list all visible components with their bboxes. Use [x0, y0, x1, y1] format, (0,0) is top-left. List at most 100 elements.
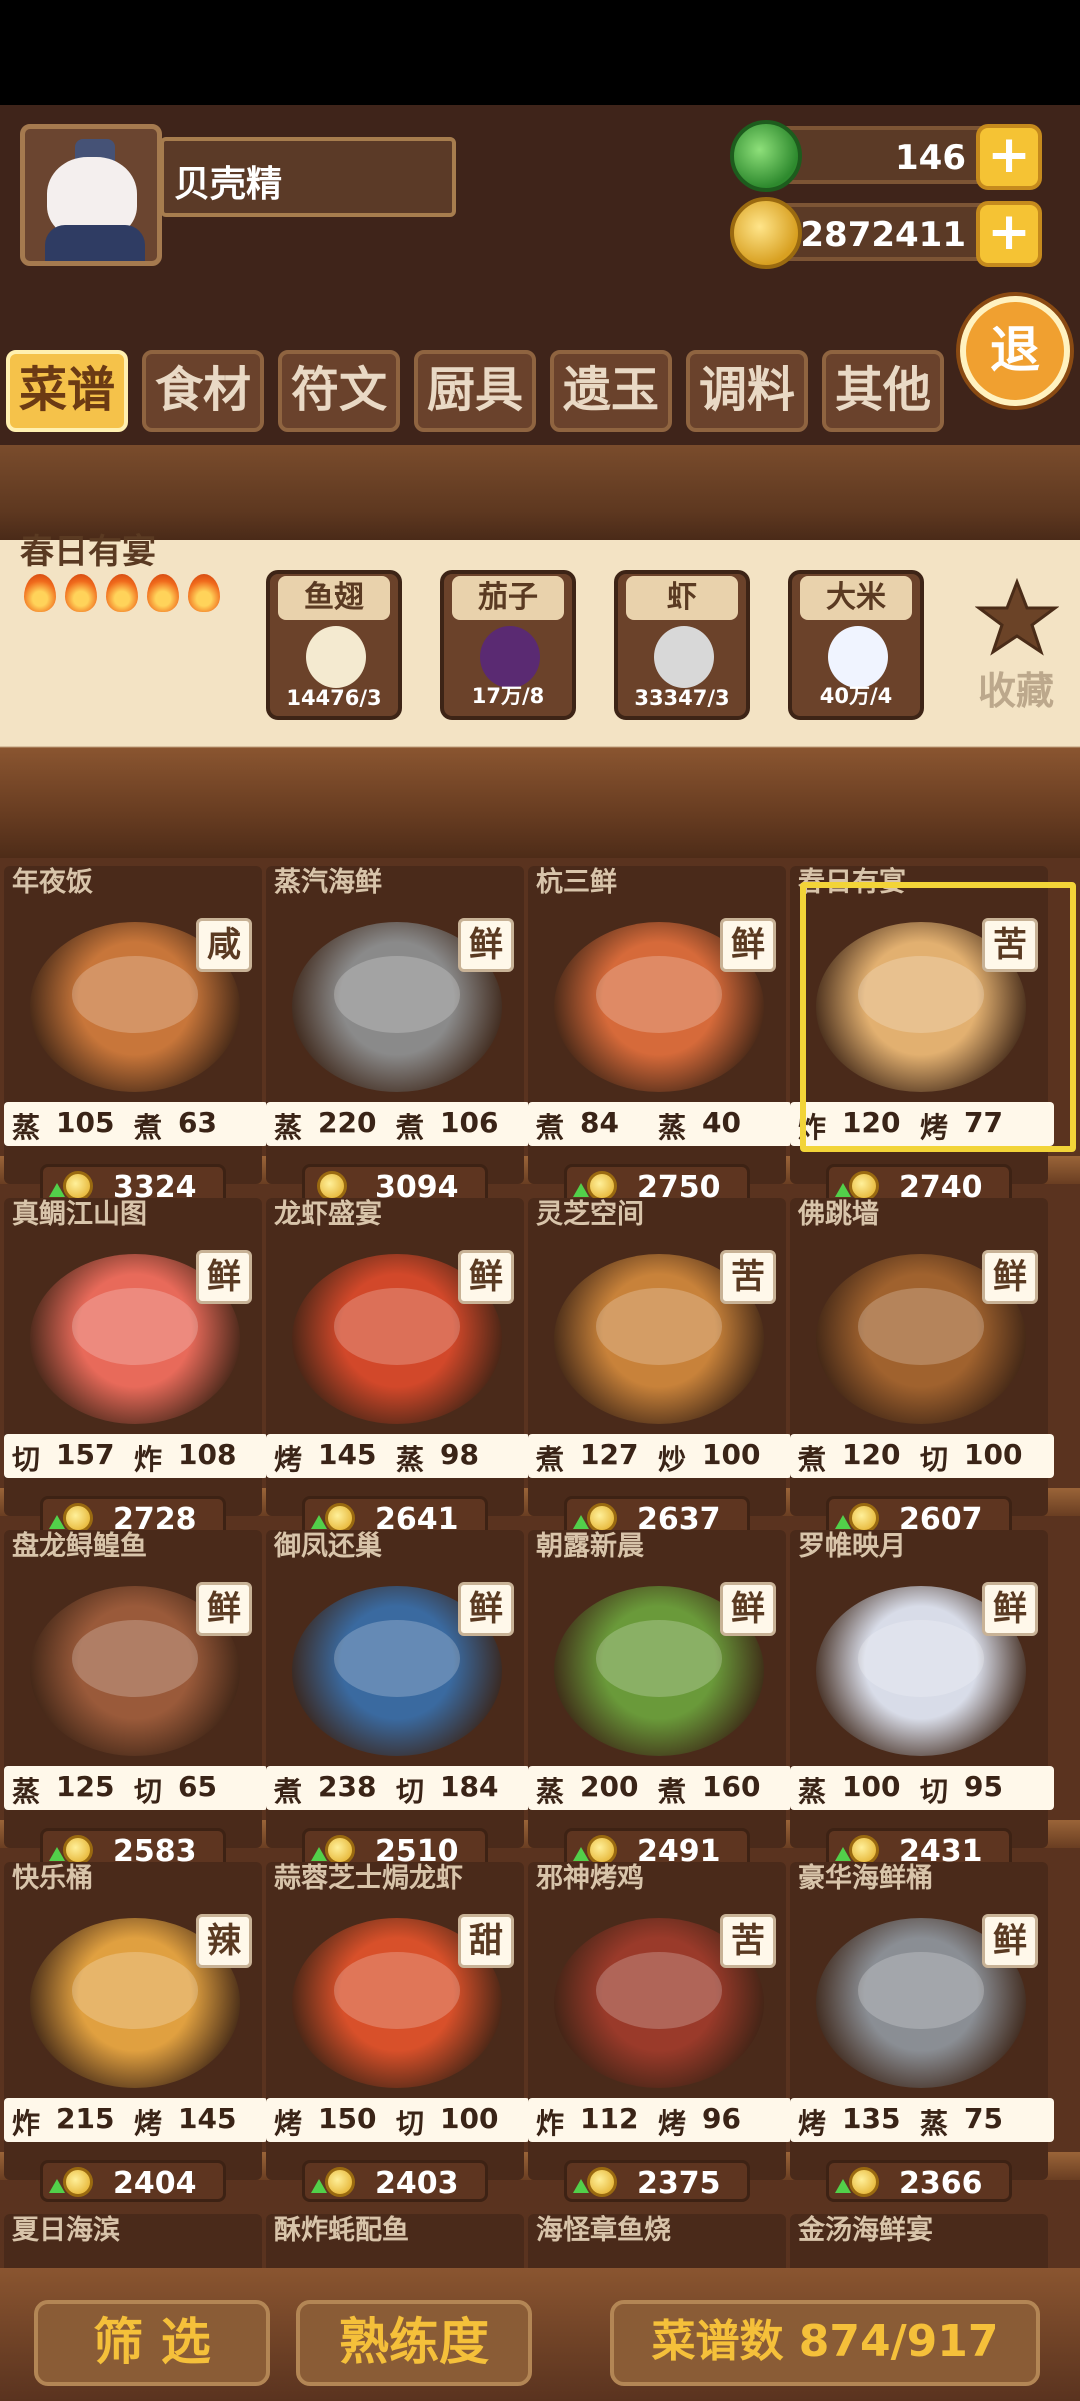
- skill-2-value: 96: [702, 2102, 741, 2135]
- skill-2-value: 98: [440, 1438, 479, 1471]
- recipe-card-partial[interactable]: 海怪章鱼烧: [528, 2214, 786, 2268]
- tab-1[interactable]: 食材: [142, 350, 264, 432]
- skill-2-value: 145: [178, 2102, 237, 2135]
- flavor-badge: 鲜: [720, 1582, 776, 1636]
- recipe-name: 罗帷映月: [798, 1531, 906, 1562]
- middle-shelf: [0, 738, 1080, 858]
- skill-1-value: 150: [318, 2102, 377, 2135]
- tab-4[interactable]: 遗玉: [550, 350, 672, 432]
- recipe-card[interactable]: 灵芝空间苦煮 127 炒 100: [528, 1198, 792, 1516]
- selected-card-frame: [800, 882, 1076, 1152]
- skill-1-name: 蒸: [12, 1111, 41, 1144]
- recipe-name: 朝露新晨: [536, 1531, 644, 1562]
- exit-button[interactable]: 退: [960, 296, 1070, 406]
- skill-2-value: 75: [964, 2102, 1003, 2135]
- proficiency-button[interactable]: 熟练度: [296, 2300, 532, 2386]
- recipe-name: 盘龙鲟鳇鱼: [12, 1531, 147, 1562]
- flame-icon: [65, 574, 97, 612]
- skill-1-value: 157: [56, 1438, 115, 1471]
- recipe-name: 海怪章鱼烧: [536, 2215, 671, 2246]
- recipe-card[interactable]: 邪神烤鸡苦炸 112 烤 96: [528, 1862, 792, 2180]
- recipe-name: 蒜蓉芝士焗龙虾: [274, 1863, 463, 1894]
- skill-1-name: 炸: [12, 2107, 41, 2140]
- favorite-button-label[interactable]: 收藏: [978, 660, 1054, 715]
- skill-requirements: 烤 145 蒸 98: [266, 1434, 530, 1478]
- recipe-card[interactable]: 豪华海鲜桶鲜烤 135 蒸 75: [790, 1862, 1054, 2180]
- recipe-card[interactable]: 盘龙鲟鳇鱼鲜蒸 125 切 65: [4, 1530, 268, 1848]
- coin-icon: [63, 1503, 93, 1533]
- skill-requirements: 烤 135 蒸 75: [790, 2098, 1054, 2142]
- skill-2-value: 40: [702, 1106, 741, 1139]
- skill-2-name: 切: [134, 1775, 163, 1808]
- flavor-badge: 鲜: [982, 1250, 1038, 1304]
- skill-2-value: 108: [178, 1438, 237, 1471]
- tab-2[interactable]: 符文: [278, 350, 400, 432]
- flavor-badge: 鲜: [196, 1250, 252, 1304]
- recipe-card[interactable]: 龙虾盛宴鲜烤 145 蒸 98: [266, 1198, 530, 1516]
- skill-2-value: 160: [702, 1770, 761, 1803]
- tab-5[interactable]: 调料: [686, 350, 808, 432]
- skill-1-value: 112: [580, 2102, 639, 2135]
- skill-2-name: 烤: [658, 2107, 687, 2140]
- recipe-name: 杭三鲜: [536, 867, 617, 898]
- tab-3[interactable]: 厨具: [414, 350, 536, 432]
- skill-1-value: 200: [580, 1770, 639, 1803]
- recipe-card[interactable]: 蒸汽海鲜鲜蒸 220 煮 106: [266, 866, 530, 1184]
- star-icon[interactable]: [975, 578, 1059, 656]
- rice-icon: [828, 626, 888, 688]
- skill-2-name: 烤: [134, 2107, 163, 2140]
- flavor-badge: 甜: [458, 1914, 514, 1968]
- skill-1-value: 145: [318, 1438, 377, 1471]
- ingredient-slot[interactable]: 茄子 17万/8: [440, 570, 576, 720]
- recipe-name: 真鲷江山图: [12, 1199, 147, 1230]
- recipe-name: 酥炸蚝配鱼: [274, 2215, 409, 2246]
- coin-icon: [587, 2167, 617, 2197]
- skill-requirements: 煮 238 切 184: [266, 1766, 530, 1810]
- filter-button[interactable]: 筛 选: [34, 2300, 270, 2386]
- skill-requirements: 炸 112 烤 96: [528, 2098, 792, 2142]
- recipe-card[interactable]: 真鲷江山图鲜切 157 炸 108: [4, 1198, 268, 1516]
- recipe-card-partial[interactable]: 金汤海鲜宴: [790, 2214, 1048, 2268]
- recipe-card-partial[interactable]: 夏日海滨: [4, 2214, 262, 2268]
- skill-1-name: 炸: [536, 2107, 565, 2140]
- flavor-badge: 鲜: [720, 918, 776, 972]
- add-coins-button[interactable]: +: [976, 201, 1042, 267]
- recipe-card[interactable]: 御凤还巢鲜煮 238 切 184: [266, 1530, 530, 1848]
- skill-2-name: 煮: [134, 1111, 163, 1144]
- recipe-name: 豪华海鲜桶: [798, 1863, 933, 1894]
- skill-requirements: 蒸 220 煮 106: [266, 1102, 530, 1146]
- price-bar: 2375: [564, 2160, 750, 2202]
- skill-2-value: 65: [178, 1770, 217, 1803]
- skill-requirements: 切 157 炸 108: [4, 1434, 268, 1478]
- coin-icon: [730, 197, 802, 269]
- recipe-card[interactable]: 年夜饭咸蒸 105 煮 63: [4, 866, 268, 1184]
- ingredient-slot[interactable]: 大米 40万/4: [788, 570, 924, 720]
- player-avatar[interactable]: [20, 124, 162, 266]
- skill-2-name: 切: [396, 1775, 425, 1808]
- player-name-box: 贝壳精: [160, 137, 456, 217]
- recipe-card[interactable]: 佛跳墙鲜煮 120 切 100: [790, 1198, 1054, 1516]
- coin-icon: [317, 1171, 347, 1201]
- skill-2-name: 炒: [658, 1443, 687, 1476]
- skill-1-value: 100: [842, 1770, 901, 1803]
- ingredient-slot[interactable]: 虾 33347/3: [614, 570, 750, 720]
- skill-2-name: 蒸: [920, 2107, 949, 2140]
- recipe-card[interactable]: 快乐桶辣炸 215 烤 145: [4, 1862, 268, 2180]
- recipe-card[interactable]: 朝露新晨鲜蒸 200 煮 160: [528, 1530, 792, 1848]
- recipe-card[interactable]: 罗帷映月鲜蒸 100 切 95: [790, 1530, 1054, 1848]
- skill-2-value: 63: [178, 1106, 217, 1139]
- recipe-count: 菜谱数 874/917: [610, 2300, 1040, 2386]
- recipe-name: 灵芝空间: [536, 1199, 644, 1230]
- skill-2-name: 切: [920, 1775, 949, 1808]
- tab-6[interactable]: 其他: [822, 350, 944, 432]
- ingredient-slot[interactable]: 鱼翅 14476/3: [266, 570, 402, 720]
- selected-recipe-name: 春日有宴: [20, 532, 156, 572]
- recipe-card[interactable]: 蒜蓉芝士焗龙虾甜烤 150 切 100: [266, 1862, 530, 2180]
- tab-0[interactable]: 菜谱: [6, 350, 128, 432]
- add-jade-button[interactable]: +: [976, 124, 1042, 190]
- recipe-card[interactable]: 杭三鲜鲜煮 84 蒸 40: [528, 866, 792, 1184]
- skill-2-value: 184: [440, 1770, 499, 1803]
- skill-1-name: 蒸: [798, 1775, 827, 1808]
- recipe-card-partial[interactable]: 酥炸蚝配鱼: [266, 2214, 524, 2268]
- skill-2-value: 100: [702, 1438, 761, 1471]
